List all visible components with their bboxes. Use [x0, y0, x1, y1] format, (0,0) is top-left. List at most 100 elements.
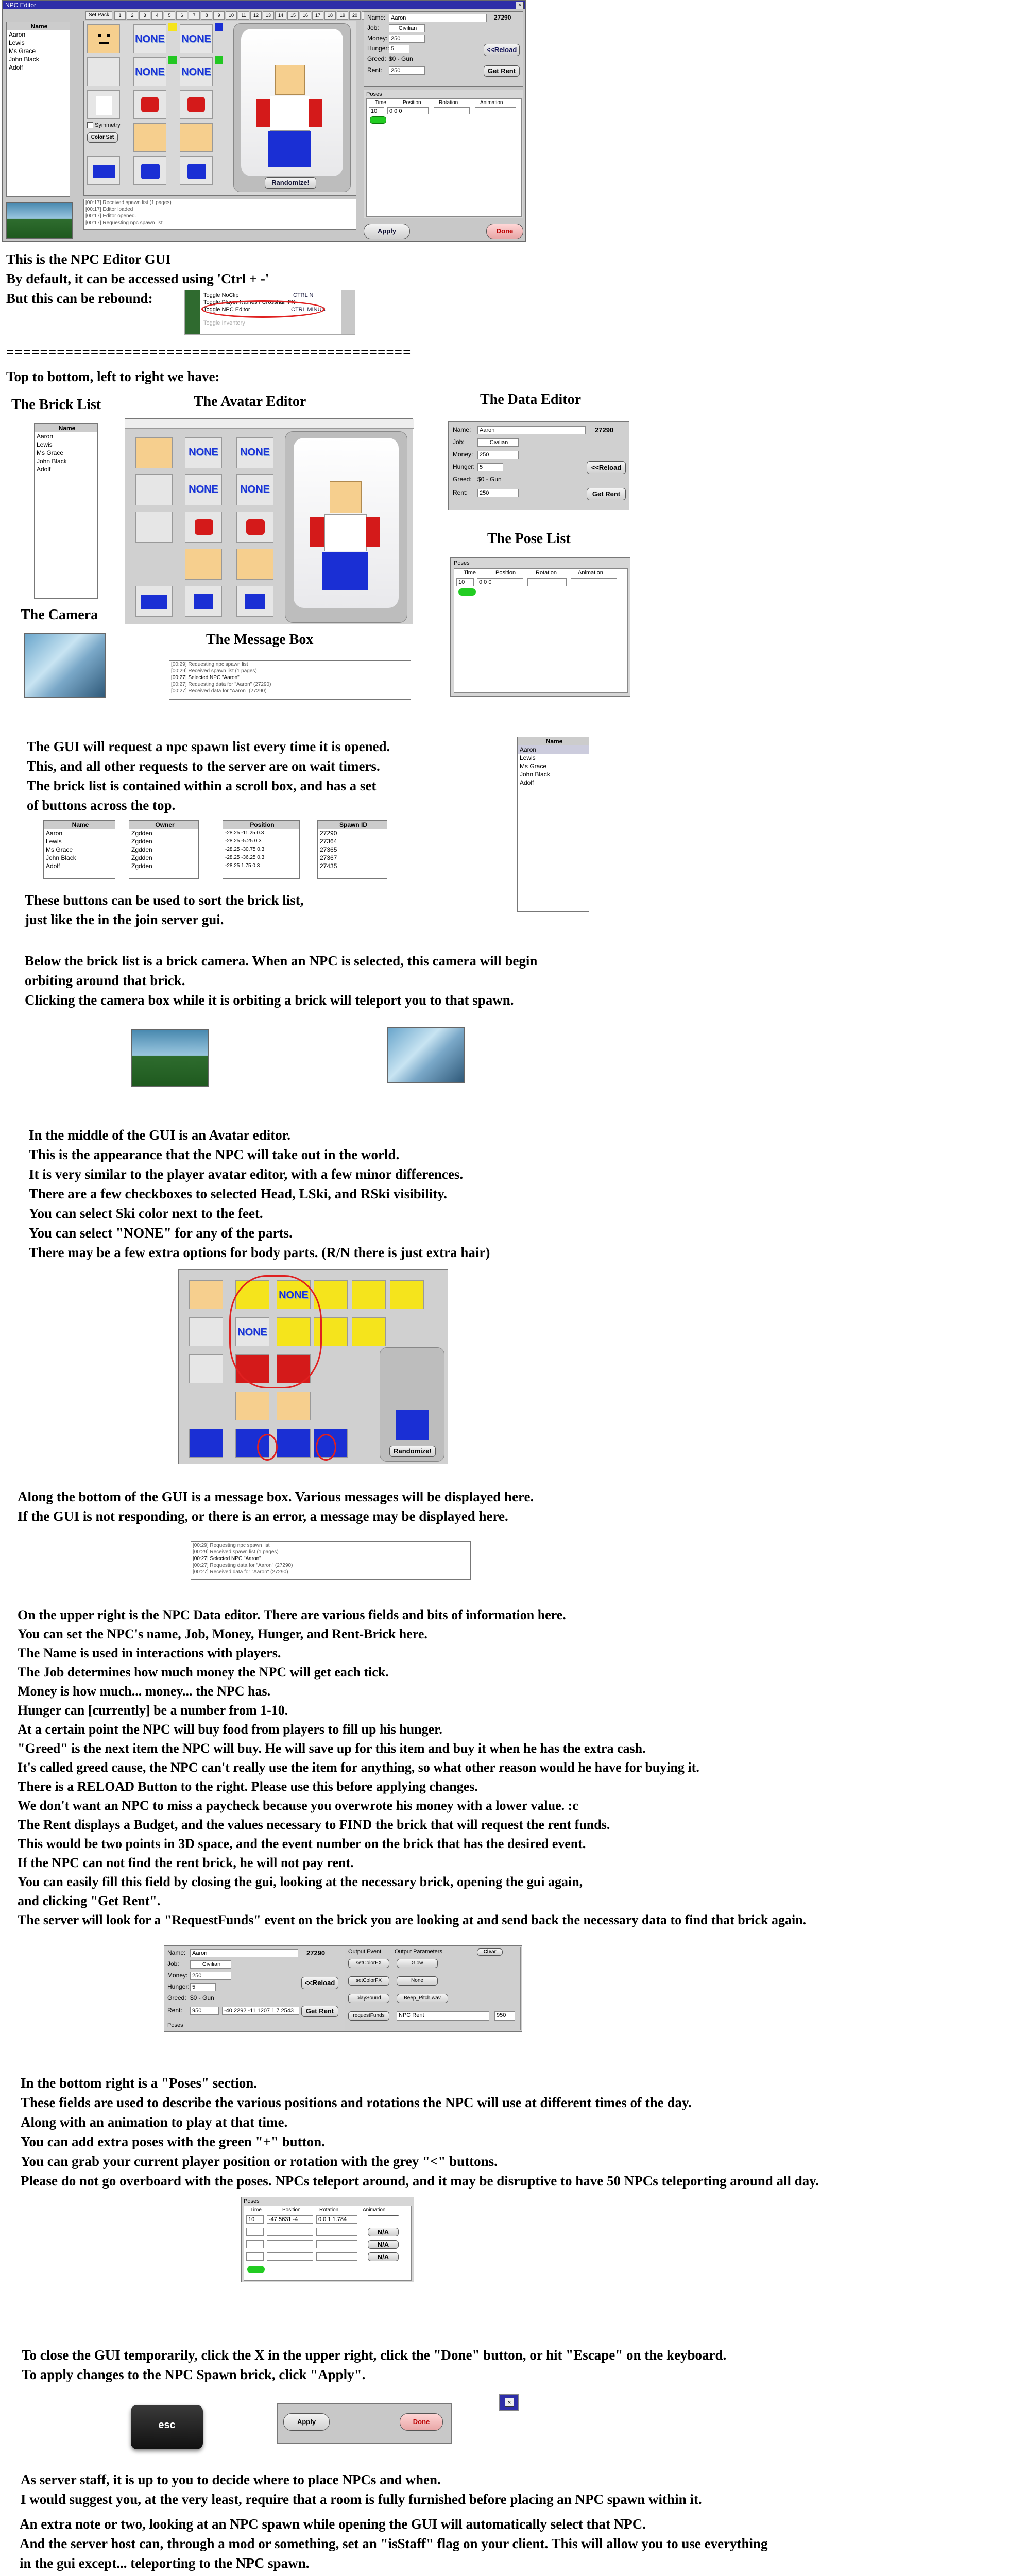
- pose-time-field[interactable]: 10: [369, 107, 384, 114]
- list-item[interactable]: Aaron: [7, 30, 70, 39]
- list-item: John Black: [520, 771, 550, 778]
- events-col-params: Output Parameters: [395, 1948, 442, 1955]
- job-dropdown: Civilian: [477, 438, 519, 447]
- brick-list-header[interactable]: Name: [7, 22, 70, 30]
- rent-field[interactable]: 250: [389, 66, 425, 75]
- add-pose-button[interactable]: [370, 116, 386, 124]
- sort-column-spawn-id: Spawn ID 27290 27364 27365 27367 27435: [317, 820, 387, 879]
- message-line: [00:27] Received data for "Aaron" (27290…: [171, 688, 267, 694]
- tab-set-pack-19[interactable]: 19: [337, 11, 348, 20]
- keybind-row[interactable]: Toggle Inventory: [203, 320, 245, 326]
- tab-set-pack-16[interactable]: 16: [300, 11, 311, 20]
- right-arm-option[interactable]: [180, 90, 213, 119]
- event-row: requestFunds: [348, 2011, 389, 2021]
- tab-set-pack-3[interactable]: 3: [139, 11, 150, 20]
- tab-set-pack-14[interactable]: 14: [275, 11, 286, 20]
- tab-set-pack-17[interactable]: 17: [312, 11, 323, 20]
- list-item: Ms Grace: [37, 449, 64, 456]
- hunger-label: Hunger:: [167, 1983, 190, 1990]
- color-set-button[interactable]: Color Set: [87, 132, 118, 143]
- list-item: Ms Grace: [520, 762, 547, 770]
- list-item: Adolf: [520, 779, 534, 786]
- torso-option[interactable]: [87, 90, 120, 119]
- left-hand-option: [185, 549, 222, 580]
- poses-section: Poses Time Position Rotation Animation 1…: [364, 90, 523, 218]
- pose-time-field: 10: [246, 2215, 264, 2224]
- pose-position-field[interactable]: 0 0 0: [387, 107, 429, 114]
- tab-set-pack-6[interactable]: 6: [176, 11, 187, 20]
- pose-rotation-field[interactable]: [434, 107, 470, 114]
- list-item[interactable]: Adolf: [7, 63, 70, 72]
- pose-time-field: [246, 2240, 264, 2248]
- brick-camera[interactable]: [6, 202, 73, 239]
- brick-list-preview: Name Aaron Lewis Ms Grace John Black Ado…: [34, 423, 98, 599]
- randomize-button[interactable]: Randomize!: [265, 177, 316, 189]
- symmetry-checkbox[interactable]: Symmetry: [87, 122, 121, 129]
- tab-set-pack-10[interactable]: 10: [226, 11, 237, 20]
- apply-button[interactable]: Apply: [364, 224, 410, 239]
- list-item[interactable]: Ms Grace: [7, 47, 70, 55]
- head-option[interactable]: [87, 57, 120, 86]
- tab-set-pack-7[interactable]: 7: [189, 11, 200, 20]
- brick-list[interactable]: Name Aaron Lewis Ms Grace John Black Ado…: [6, 22, 70, 197]
- right-hand-option[interactable]: [180, 123, 213, 152]
- face-option: [135, 437, 173, 468]
- tab-set-pack-11[interactable]: 11: [238, 11, 249, 20]
- torso-option: [135, 512, 173, 543]
- tab-set-pack-15[interactable]: 15: [287, 11, 299, 20]
- hunger-field: 5: [190, 1983, 216, 1991]
- tab-set-pack-9[interactable]: 9: [213, 11, 225, 20]
- right-leg-option: [277, 1429, 311, 1458]
- secondpack-color-swatch[interactable]: [215, 56, 223, 64]
- tab-set-pack-20[interactable]: 20: [349, 11, 361, 20]
- accent-none-option[interactable]: NONE: [180, 24, 213, 53]
- done-button[interactable]: Done: [486, 224, 523, 239]
- pose-time-field: [246, 2252, 264, 2261]
- get-rent-button[interactable]: Get Rent: [484, 65, 520, 77]
- apply-button: Apply: [283, 2413, 330, 2431]
- poses-col-time: Time: [250, 2207, 262, 2213]
- close-window-icon[interactable]: ×: [516, 2, 524, 9]
- hunger-field[interactable]: 5: [389, 45, 409, 53]
- money-field[interactable]: 250: [389, 35, 425, 43]
- right-leg-option[interactable]: [180, 156, 213, 185]
- accent-color-swatch[interactable]: [215, 23, 223, 31]
- pack-color-swatch[interactable]: [168, 56, 177, 64]
- set-pack-label[interactable]: Set Pack: [85, 11, 112, 20]
- left-hand-option[interactable]: [133, 123, 166, 152]
- highlight-circle: [229, 1275, 322, 1388]
- message-line: [00:29] Received spawn list (1 pages): [171, 668, 257, 674]
- job-dropdown: Civilian: [190, 1960, 231, 1969]
- spawn-id: 27290: [306, 1949, 326, 1957]
- pose-animation-field[interactable]: [475, 107, 516, 114]
- sort-header: Spawn ID: [318, 821, 387, 829]
- poses-col-time: Time: [464, 570, 476, 576]
- tab-set-pack-12[interactable]: 12: [250, 11, 262, 20]
- message-line: [00:27] Requesting data for "Aaron" (272…: [171, 682, 271, 687]
- secondpack-none-option[interactable]: NONE: [180, 57, 213, 86]
- spawn-id: 27290: [494, 14, 511, 21]
- pack-none-option[interactable]: NONE: [133, 57, 166, 86]
- tab-set-pack-13[interactable]: 13: [263, 11, 274, 20]
- job-dropdown[interactable]: Civilian: [389, 24, 425, 32]
- keybind-row[interactable]: Toggle NoClip: [203, 292, 238, 298]
- tab-set-pack-8[interactable]: 8: [201, 11, 212, 20]
- name-field[interactable]: Aaron: [389, 14, 487, 22]
- tab-set-pack-4[interactable]: 4: [151, 11, 163, 20]
- reload-button[interactable]: <<Reload: [484, 44, 520, 56]
- hat-color-swatch[interactable]: [168, 23, 177, 31]
- hat-none-option[interactable]: NONE: [133, 24, 166, 53]
- face-option[interactable]: [87, 24, 120, 53]
- tab-set-pack-5[interactable]: 5: [164, 11, 175, 20]
- list-item[interactable]: John Black: [7, 55, 70, 63]
- paragraph-sort: These buttons can be used to sort the br…: [25, 892, 304, 927]
- tab-set-pack-1[interactable]: 1: [114, 11, 126, 20]
- tab-set-pack-2[interactable]: 2: [127, 11, 138, 20]
- pose-animation-button: N/A: [368, 2228, 399, 2236]
- left-arm-option[interactable]: [133, 90, 166, 119]
- pose-position-field: [267, 2240, 313, 2248]
- tab-set-pack-18[interactable]: 18: [324, 11, 336, 20]
- left-leg-option[interactable]: [133, 156, 166, 185]
- list-item[interactable]: Lewis: [7, 39, 70, 47]
- hip-option[interactable]: [87, 156, 120, 185]
